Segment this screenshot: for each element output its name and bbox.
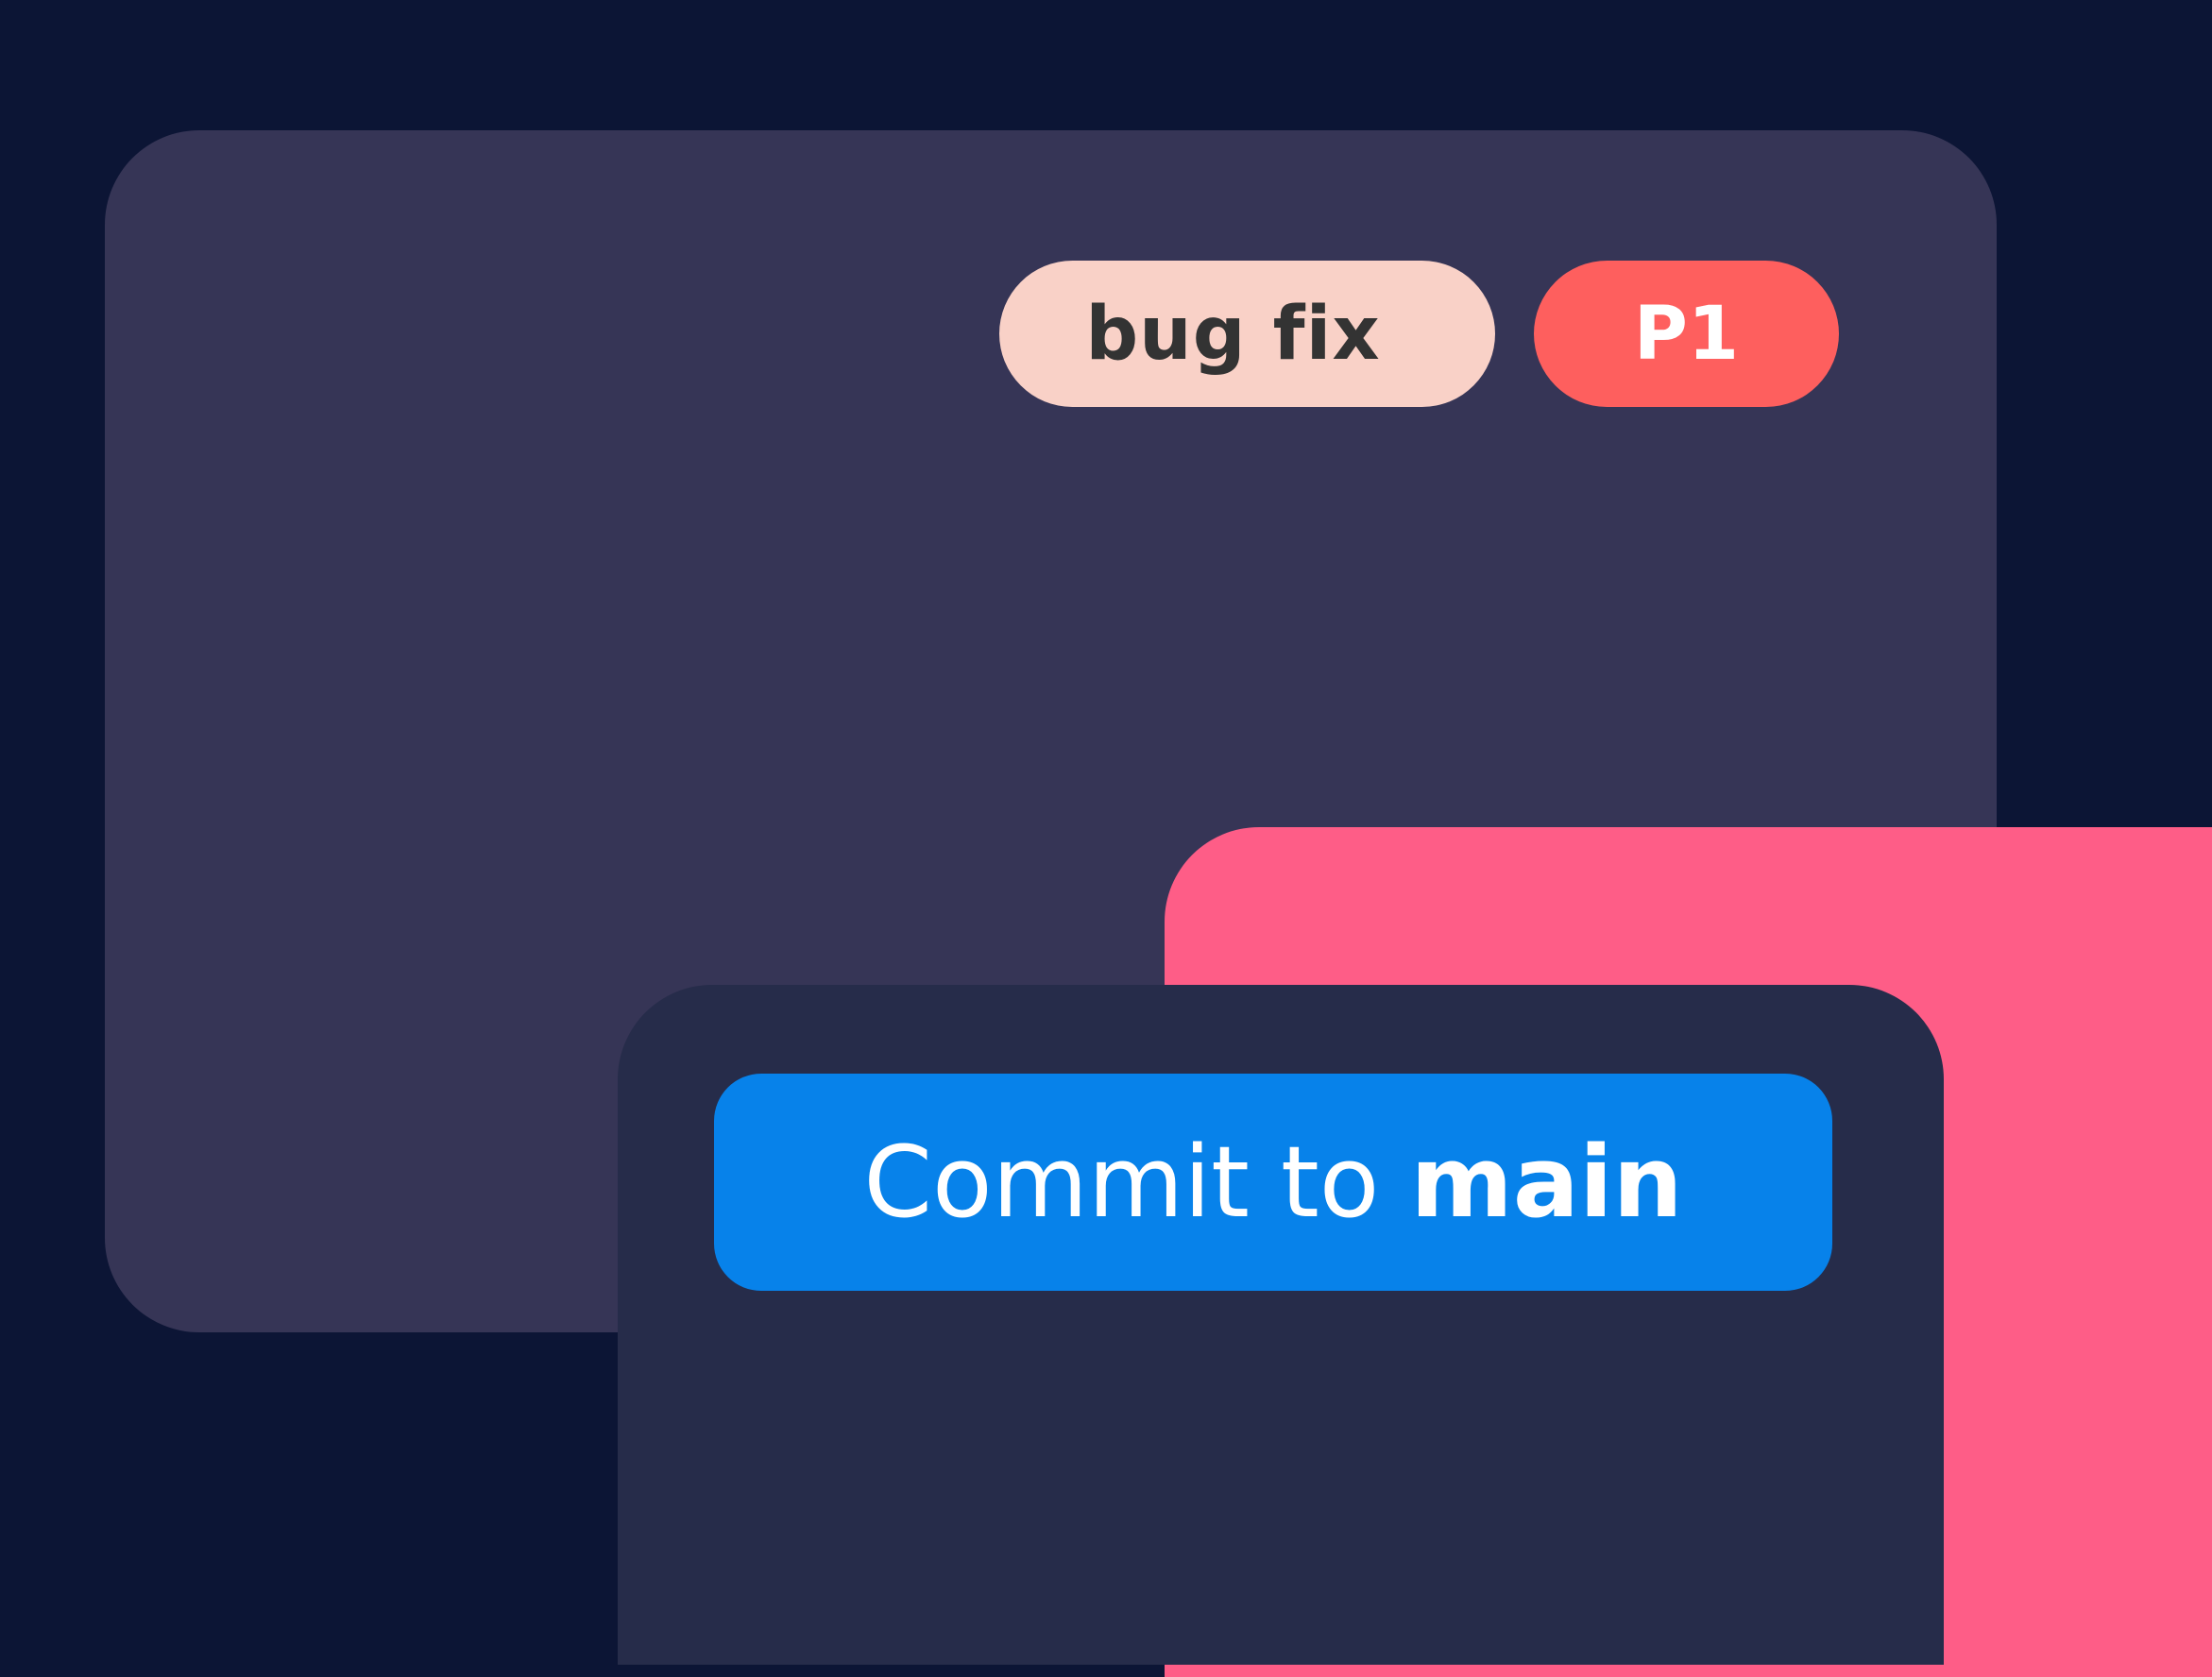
commit-to-main-button[interactable]: Commit to main	[714, 1074, 1832, 1291]
label-priority-p1[interactable]: P1	[1534, 261, 1839, 407]
commit-branch-name: main	[1410, 1125, 1683, 1240]
label-priority-text: P1	[1633, 291, 1740, 377]
label-bug-fix[interactable]: bug fix	[999, 261, 1495, 407]
label-bug-fix-text: bug fix	[1085, 291, 1381, 377]
commit-button-prefix: Commit to	[863, 1125, 1411, 1240]
